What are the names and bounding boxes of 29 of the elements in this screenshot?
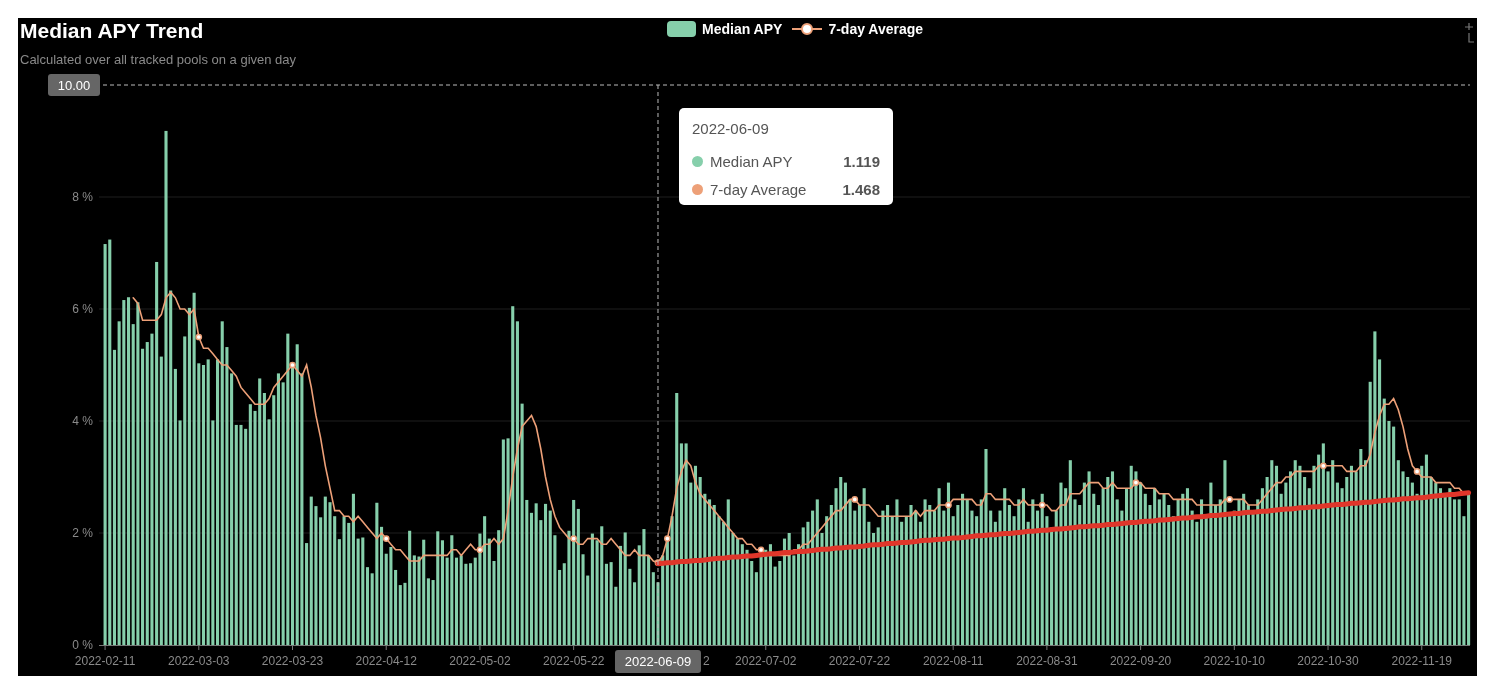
axis-label: 2022-04-12 bbox=[355, 654, 417, 668]
axis-label: 2022-10-30 bbox=[1297, 654, 1359, 668]
axis-label: 2022-02-11 bbox=[74, 654, 136, 668]
axis-label: 6 % bbox=[72, 302, 93, 316]
axis-label: 2022-10-10 bbox=[1203, 654, 1265, 668]
axis-label: 4 % bbox=[72, 414, 93, 428]
series-label: Median APY bbox=[710, 152, 794, 170]
tooltip-date: 2022-06-09 bbox=[692, 120, 770, 138]
axis-label: 2022-03-03 bbox=[168, 654, 230, 668]
axis-label: 0 % bbox=[72, 638, 93, 652]
series-value: 1.119 bbox=[843, 152, 880, 170]
axis-label: 2022-07-02 bbox=[735, 654, 797, 668]
axis-label: 8 % bbox=[72, 190, 93, 204]
x-pointer-label: 2022-06-09 bbox=[615, 650, 701, 673]
axis-label: 2 % bbox=[72, 526, 93, 540]
axis-label: 2022-08-11 bbox=[922, 654, 984, 668]
axis-label: 2022-11-19 bbox=[1391, 654, 1452, 668]
axis-label: 2022-05-22 bbox=[542, 654, 605, 668]
axis-label: 2022-09-20 bbox=[1109, 654, 1172, 668]
chart-subtitle: Calculated over all tracked pools on a given day bbox=[20, 52, 298, 67]
y-pointer-label: 10.00 bbox=[48, 74, 100, 96]
series-value: 1.468 bbox=[842, 180, 880, 198]
axis-label: 2022-07-22 bbox=[828, 654, 891, 668]
axis-label: 2022-05-02 bbox=[449, 654, 511, 668]
axis-label: 2022-03-23 bbox=[261, 654, 324, 668]
axis-label: 2022-08-31 bbox=[1016, 654, 1078, 668]
series-label: 7-day Average bbox=[710, 180, 808, 198]
chart-title: Median APY Trend bbox=[20, 19, 205, 43]
axis-label: 2 bbox=[703, 654, 710, 668]
